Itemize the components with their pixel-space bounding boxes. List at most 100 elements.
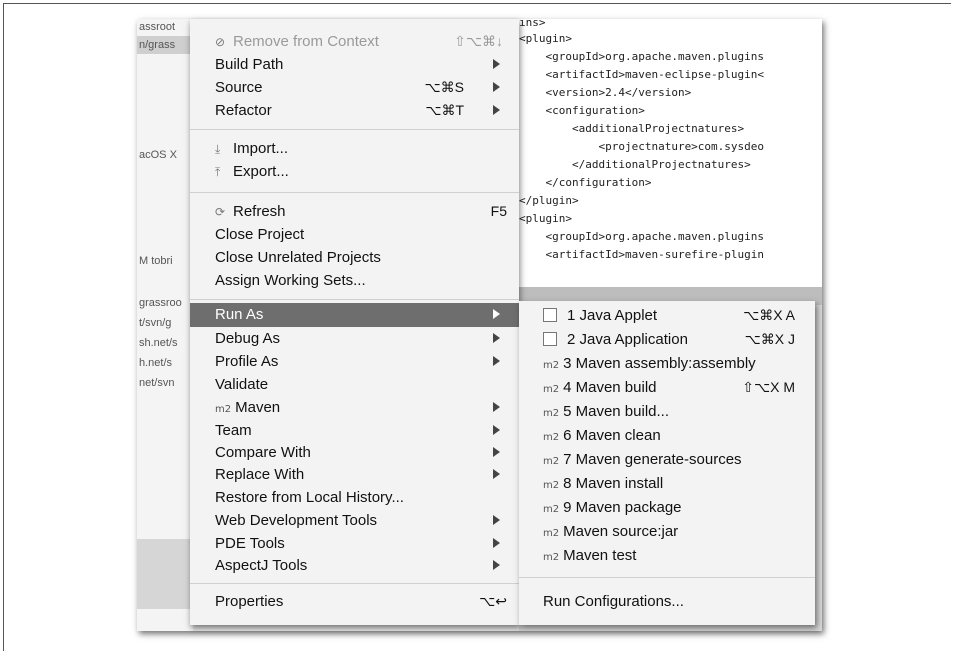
shortcut-label: F5 <box>490 203 507 219</box>
menu-item-build-path[interactable]: Build Path <box>190 53 519 77</box>
submenu-item-maven-build-dialog[interactable]: m2 5 Maven build... <box>519 400 815 424</box>
shortcut-label: ⌥⌘S <box>424 79 464 95</box>
menu-item-profile-as[interactable]: Profile As <box>190 350 519 374</box>
frame-border-top <box>3 3 951 4</box>
submenu-arrow-icon <box>493 309 500 319</box>
maven-m2-icon: m2 <box>543 552 560 563</box>
submenu-item-maven-build[interactable]: m2 4 Maven build ⇧⌥X M <box>519 376 815 400</box>
submenu-item-label: 3 Maven assembly:assembly <box>563 355 756 372</box>
menu-item-refresh[interactable]: ⟳ Refresh F5 <box>190 200 519 224</box>
menu-item-label: PDE Tools <box>215 535 285 552</box>
maven-m2-icon: m2 <box>543 384 560 395</box>
code-line: <plugin> <box>519 32 572 45</box>
submenu-item-run-configurations[interactable]: Run Configurations... <box>519 590 815 614</box>
submenu-item-maven-clean[interactable]: m2 6 Maven clean <box>519 424 815 448</box>
code-line: <additionalProjectnatures> <box>519 122 745 135</box>
menu-item-refactor[interactable]: Refactor ⌥⌘T <box>190 99 519 123</box>
menu-item-compare-with[interactable]: Compare With <box>190 441 519 465</box>
menu-item-replace-with[interactable]: Replace With <box>190 463 519 487</box>
submenu-arrow-icon <box>493 356 500 366</box>
menu-item-import[interactable]: ⤓ Import... <box>190 137 519 161</box>
code-line: <artifactId>maven-eclipse-plugin< <box>519 68 765 81</box>
menu-item-label: Refactor <box>215 102 272 119</box>
maven-m2-icon: m2 <box>543 360 560 371</box>
submenu-arrow-icon <box>493 515 500 525</box>
menu-item-label: Close Project <box>215 226 305 243</box>
menu-item-label: Debug As <box>215 330 281 347</box>
explorer-row[interactable]: t/svn/g <box>139 317 171 329</box>
menu-item-label: Web Development Tools <box>215 512 378 529</box>
submenu-item-maven-assembly[interactable]: m2 3 Maven assembly:assembly <box>519 352 815 376</box>
code-line: <groupId>org.apache.maven.plugins <box>519 230 765 243</box>
maven-m2-icon: m2 <box>543 480 560 491</box>
menu-item-close-unrelated-projects[interactable]: Close Unrelated Projects <box>190 246 519 270</box>
submenu-item-maven-install[interactable]: m2 8 Maven install <box>519 472 815 496</box>
menu-item-team[interactable]: Team <box>190 419 519 443</box>
submenu-item-maven-source-jar[interactable]: m2 Maven source:jar <box>519 520 815 544</box>
submenu-arrow-icon <box>493 447 500 457</box>
menu-item-maven[interactable]: m2 Maven <box>190 396 519 420</box>
submenu-item-maven-package[interactable]: m2 9 Maven package <box>519 496 815 520</box>
menu-separator <box>190 192 519 193</box>
menu-item-label: Restore from Local History... <box>215 489 404 506</box>
shortcut-label: ⌥⌘X J <box>744 331 795 347</box>
submenu-item-label: Maven test <box>563 547 637 564</box>
menu-item-label: Validate <box>215 376 269 393</box>
menu-item-label: Build Path <box>215 56 284 73</box>
menu-item-label: Assign Working Sets... <box>215 272 366 289</box>
submenu-item-maven-generate-sources[interactable]: m2 7 Maven generate-sources <box>519 448 815 472</box>
import-icon: ⤓ <box>215 142 221 156</box>
code-line: </configuration> <box>519 176 652 189</box>
menu-item-label: Remove from Context <box>233 33 379 50</box>
submenu-item-label: Run Configurations... <box>543 593 684 610</box>
submenu-arrow-icon <box>493 469 500 479</box>
menu-item-label: Replace With <box>215 466 305 483</box>
submenu-item-label: 7 Maven generate-sources <box>563 451 742 468</box>
explorer-row[interactable]: acOS X <box>139 149 177 161</box>
remove-context-icon: ⊘ <box>215 35 226 49</box>
context-menu: ⊘ Remove from Context ⇧⌥⌘↓ Build Path Sou… <box>190 19 519 625</box>
explorer-row[interactable]: sh.net/s <box>139 337 178 349</box>
menu-item-aspectj-tools[interactable]: AspectJ Tools <box>190 554 519 578</box>
explorer-row[interactable]: net/svn <box>139 377 174 389</box>
shortcut-label: ⇧⌥X M <box>742 379 795 395</box>
code-line: <groupId>org.apache.maven.plugins <box>519 50 765 63</box>
menu-item-properties[interactable]: Properties ⌥↩ <box>190 590 519 614</box>
menu-item-source[interactable]: Source ⌥⌘S <box>190 76 519 100</box>
xml-editor[interactable]: ıns> <plugin> <groupId>org.apache.maven.… <box>519 19 822 299</box>
menu-item-label: Refresh <box>233 203 286 220</box>
menu-item-label: AspectJ Tools <box>215 557 308 574</box>
run-as-submenu: 1 Java Applet ⌥⌘X A 2 Java Application ⌥… <box>519 301 815 625</box>
menu-item-pde-tools[interactable]: PDE Tools <box>190 532 519 556</box>
submenu-item-label: 8 Maven install <box>563 475 664 492</box>
explorer-row[interactable]: h.net/s <box>139 357 172 369</box>
shortcut-label: ⇧⌥⌘↓ <box>454 33 503 49</box>
code-line: <configuration> <box>519 104 645 117</box>
explorer-row[interactable]: M tobri <box>139 255 173 267</box>
submenu-item-maven-test[interactable]: m2 Maven test <box>519 544 815 568</box>
submenu-item-label: 2 Java Application <box>567 331 688 348</box>
explorer-row[interactable]: assroot <box>139 21 175 33</box>
menu-item-label: Maven <box>235 399 281 416</box>
maven-m2-icon: m2 <box>543 528 560 539</box>
code-line: </additionalProjectnatures> <box>519 158 751 171</box>
menu-item-run-as[interactable]: Run As <box>190 303 519 327</box>
menu-item-remove-from-context: ⊘ Remove from Context ⇧⌥⌘↓ <box>190 30 519 54</box>
submenu-arrow-icon <box>493 425 500 435</box>
menu-item-debug-as[interactable]: Debug As <box>190 327 519 351</box>
menu-item-restore-from-local-history[interactable]: Restore from Local History... <box>190 486 519 510</box>
menu-item-export[interactable]: ⤒ Export... <box>190 160 519 184</box>
code-line: </plugin> <box>519 194 579 207</box>
explorer-row[interactable]: grassroo <box>139 297 182 309</box>
menu-separator <box>519 577 815 578</box>
explorer-row[interactable]: n/grass <box>139 39 175 51</box>
menu-item-close-project[interactable]: Close Project <box>190 223 519 247</box>
submenu-item-java-applet[interactable]: 1 Java Applet ⌥⌘X A <box>519 304 815 328</box>
menu-item-assign-working-sets[interactable]: Assign Working Sets... <box>190 269 519 293</box>
menu-item-label: Properties <box>215 593 284 610</box>
code-line: <artifactId>maven-surefire-plugin <box>519 248 765 261</box>
submenu-item-java-application[interactable]: 2 Java Application ⌥⌘X J <box>519 328 815 352</box>
menu-item-validate[interactable]: Validate <box>190 373 519 397</box>
menu-item-web-development-tools[interactable]: Web Development Tools <box>190 509 519 533</box>
explorer-status-band <box>137 539 193 609</box>
